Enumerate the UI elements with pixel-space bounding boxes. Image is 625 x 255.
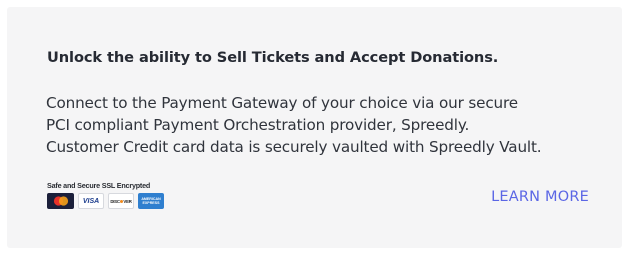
card-heading: Unlock the ability to Sell Tickets and A…	[47, 49, 499, 66]
mastercard-icon	[47, 193, 74, 209]
accepted-cards: VISA DISC VER AMERICAN EXPRESS	[47, 193, 164, 209]
discover-label: DISC VER	[110, 198, 132, 204]
mastercard-logo	[53, 196, 68, 206]
visa-icon: VISA	[78, 193, 104, 209]
description-line: PCI compliant Payment Orchestration prov…	[46, 116, 470, 134]
description-line: Customer Credit card data is securely va…	[46, 138, 542, 156]
ssl-encrypted-label: Safe and Secure SSL Encrypted	[47, 181, 151, 190]
description-line: Connect to the Payment Gateway of your c…	[46, 94, 518, 112]
learn-more-link[interactable]: LEARN MORE	[491, 189, 589, 205]
payment-gateway-card: Unlock the ability to Sell Tickets and A…	[7, 7, 622, 248]
amex-label: AMERICAN EXPRESS	[141, 197, 161, 205]
discover-icon: DISC VER	[108, 193, 134, 209]
american-express-icon: AMERICAN EXPRESS	[138, 193, 164, 209]
card-description: Connect to the Payment Gateway of your c…	[46, 92, 616, 158]
